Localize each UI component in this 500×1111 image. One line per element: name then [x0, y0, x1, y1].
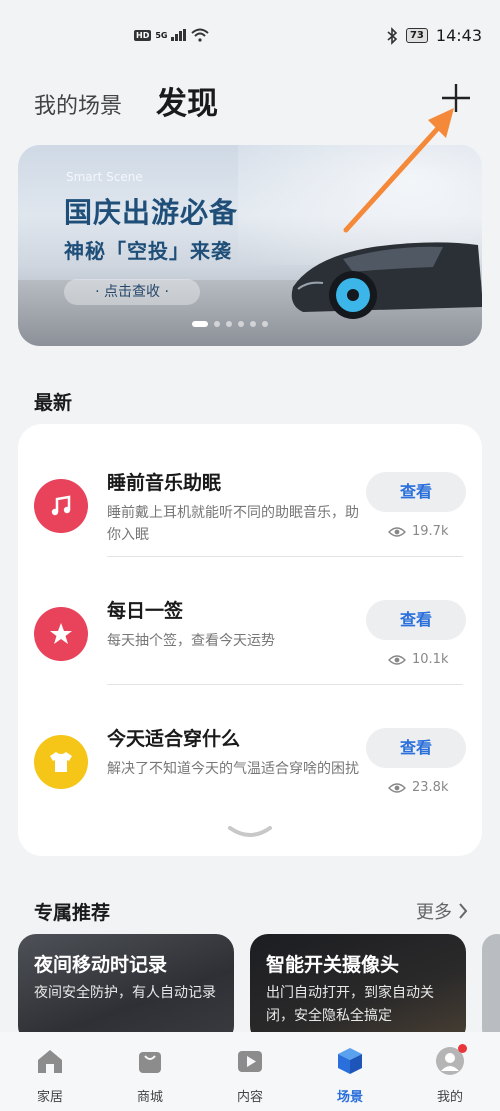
- item-title: 睡前音乐助眠: [107, 472, 222, 494]
- recommend-title: 夜间移动时记录: [34, 954, 168, 976]
- notification-badge: [458, 1044, 467, 1053]
- nav-profile[interactable]: 我的: [420, 1046, 480, 1105]
- nav-label: 内容: [236, 1090, 263, 1105]
- carousel-dot: [214, 321, 220, 327]
- chevron-right-icon: [459, 903, 468, 919]
- view-count-value: 10.1k: [412, 652, 449, 667]
- nav-home[interactable]: 家居: [20, 1046, 80, 1105]
- exclusive-section-title: 专属推荐: [34, 902, 111, 924]
- chevron-down-icon[interactable]: [226, 824, 274, 842]
- shopping-bag-icon: [139, 1052, 161, 1073]
- view-button[interactable]: 查看: [366, 600, 466, 640]
- nav-label: 我的: [436, 1090, 463, 1105]
- clock: 14:43: [435, 26, 482, 45]
- latest-card: 睡前音乐助眠 睡前戴上耳机就能听不同的助眠音乐，助你入眠 查看 19.7k 每日…: [18, 424, 482, 856]
- view-count: 19.7k: [388, 524, 448, 539]
- list-item[interactable]: 睡前音乐助眠 睡前戴上耳机就能听不同的助眠音乐，助你入眠 查看 19.7k: [18, 460, 482, 588]
- tab-my-scenes[interactable]: 我的场景: [34, 88, 122, 120]
- home-icon: [38, 1050, 62, 1073]
- nav-label: 商城: [136, 1090, 163, 1105]
- carousel-dot: [192, 321, 208, 327]
- view-button[interactable]: 查看: [366, 472, 466, 512]
- battery-indicator: 73: [405, 28, 428, 43]
- music-note-icon: [34, 479, 88, 533]
- carousel-indicator: [192, 321, 268, 327]
- item-desc: 睡前戴上耳机就能听不同的助眠音乐，助你入眠: [107, 505, 359, 543]
- recommend-card-partial[interactable]: [482, 934, 500, 1044]
- eye-icon: [388, 654, 406, 665]
- recommend-title: 智能开关摄像头: [266, 954, 400, 976]
- bluetooth-icon: [387, 26, 398, 45]
- item-title: 每日一签: [107, 600, 184, 622]
- carousel-dot: [226, 321, 232, 327]
- play-icon: [238, 1051, 262, 1072]
- nav-label: 场景: [336, 1090, 363, 1105]
- network-label: 5G: [155, 30, 168, 40]
- more-label: 更多: [416, 902, 452, 923]
- item-desc: 解决了不知道今天的气温适合穿啥的困扰: [107, 761, 359, 777]
- list-item[interactable]: 每日一签 每天抽个签，查看今天运势 查看 10.1k: [18, 588, 482, 716]
- item-title: 今天适合穿什么: [107, 728, 241, 750]
- item-desc: 每天抽个签，查看今天运势: [107, 633, 275, 649]
- banner-subtitle: 神秘「空投」来袭: [64, 239, 232, 263]
- nav-label: 家居: [36, 1090, 63, 1105]
- eye-icon: [388, 782, 406, 793]
- banner-claim-button[interactable]: · 点击查收 ·: [64, 279, 200, 305]
- nav-mall[interactable]: 商城: [120, 1046, 180, 1105]
- car-image: [291, 242, 482, 319]
- view-button[interactable]: 查看: [366, 728, 466, 768]
- recommend-card[interactable]: 夜间移动时记录 夜间安全防护，有人自动记录: [18, 934, 234, 1044]
- carousel-dot: [250, 321, 256, 327]
- divider: [107, 684, 463, 685]
- latest-section-title: 最新: [34, 392, 73, 414]
- banner-tagline: Smart Scene: [66, 170, 143, 184]
- carousel-dot: [238, 321, 244, 327]
- cube-icon: [338, 1048, 362, 1074]
- eye-icon: [388, 526, 406, 537]
- wifi-icon: [191, 28, 210, 42]
- view-count: 23.8k: [388, 780, 448, 795]
- recommend-card[interactable]: 智能开关摄像头 出门自动打开，到家自动关闭，安全隐私全搞定: [250, 934, 466, 1044]
- view-count: 10.1k: [388, 652, 448, 667]
- signal-indicators: HD 5G: [134, 28, 210, 42]
- recommend-desc: 夜间安全防护，有人自动记录: [34, 985, 216, 1001]
- add-scene-button[interactable]: [438, 80, 474, 116]
- signal-icon: [171, 29, 187, 41]
- recommend-desc: 出门自动打开，到家自动关闭，安全隐私全搞定: [266, 985, 434, 1024]
- star-icon: [34, 607, 88, 661]
- header: 我的场景 发现: [0, 78, 500, 124]
- tshirt-icon: [34, 735, 88, 789]
- more-link[interactable]: 更多: [416, 898, 468, 924]
- view-count-value: 19.7k: [412, 524, 449, 539]
- view-count-value: 23.8k: [412, 780, 449, 795]
- promo-banner[interactable]: Smart Scene 国庆出游必备 神秘「空投」来袭 · 点击查收 ·: [18, 145, 482, 346]
- hd-badge: HD: [134, 29, 152, 41]
- status-right: 73 14:43: [386, 26, 482, 45]
- nav-scenes[interactable]: 场景: [320, 1046, 380, 1105]
- status-bar: HD 5G 73 14:43: [0, 0, 500, 72]
- nav-content[interactable]: 内容: [220, 1046, 280, 1105]
- divider: [107, 556, 463, 557]
- banner-title: 国庆出游必备: [64, 196, 239, 229]
- carousel-dot: [262, 321, 268, 327]
- tab-discover[interactable]: 发现: [156, 78, 218, 123]
- bottom-nav: 家居 商城 内容 场景 我的: [0, 1032, 500, 1111]
